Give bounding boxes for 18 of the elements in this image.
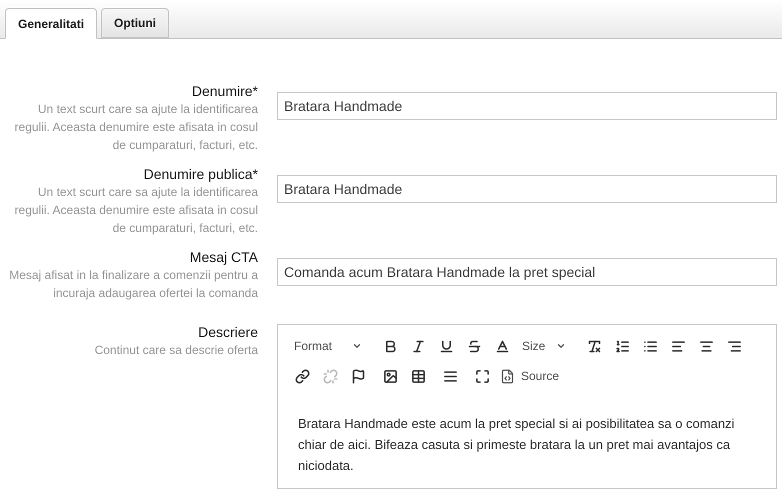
- source-button[interactable]: Source: [496, 368, 564, 384]
- toolbar-dropdown[interactable]: Size: [516, 339, 572, 353]
- field-label: Mesaj CTA: [190, 249, 258, 266]
- text-input[interactable]: Comanda acum Bratara Handmade la pret special: [277, 258, 777, 286]
- field-label: Denumire*: [192, 83, 258, 100]
- field-help-text: Un text scurt care sa ajute la identificarea regulii. Aceasta denumire este afisata in cosul de cumparaturi, facturi, etc.: [14, 101, 258, 154]
- editor-content: Bratara Handmade este acum la pret special si ai posibilitatea sa o comanzi chiar de aici. Bifeaza casuta si primeste bratara la un pret mai avantajos ca niciodata.: [298, 415, 736, 475]
- field-help-text: Mesaj afisat in la finalizare a comenzii pentru a incuraja adaugarea ofertei la comanda: [8, 267, 258, 302]
- field-help-text: Un text scurt care sa ajute la identificarea regulii. Aceasta denumire este afisata in cosul de cumparaturi, facturi, etc.: [14, 184, 258, 237]
- tab[interactable]: Optiuni: [101, 8, 170, 38]
- text-input[interactable]: Bratara Handmade: [277, 92, 777, 120]
- toolbar-dropdown[interactable]: Format: [288, 339, 368, 353]
- rich-text-editor[interactable]: Format Size Source Bratara Handmade este acum la pret special si ai posibilitatea sa o comanzi chiar de aici. Bifeaza casuta si primeste bratara la un pret mai avantajos ca niciodata.: [277, 324, 777, 489]
- field-label: Descriere: [198, 324, 258, 341]
- field-help-text: Continut care sa descrie oferta: [94, 342, 258, 359]
- field-label: Denumire publica*: [144, 166, 258, 183]
- tab[interactable]: Generalitati: [5, 8, 98, 39]
- text-input[interactable]: Bratara Handmade: [277, 175, 777, 203]
